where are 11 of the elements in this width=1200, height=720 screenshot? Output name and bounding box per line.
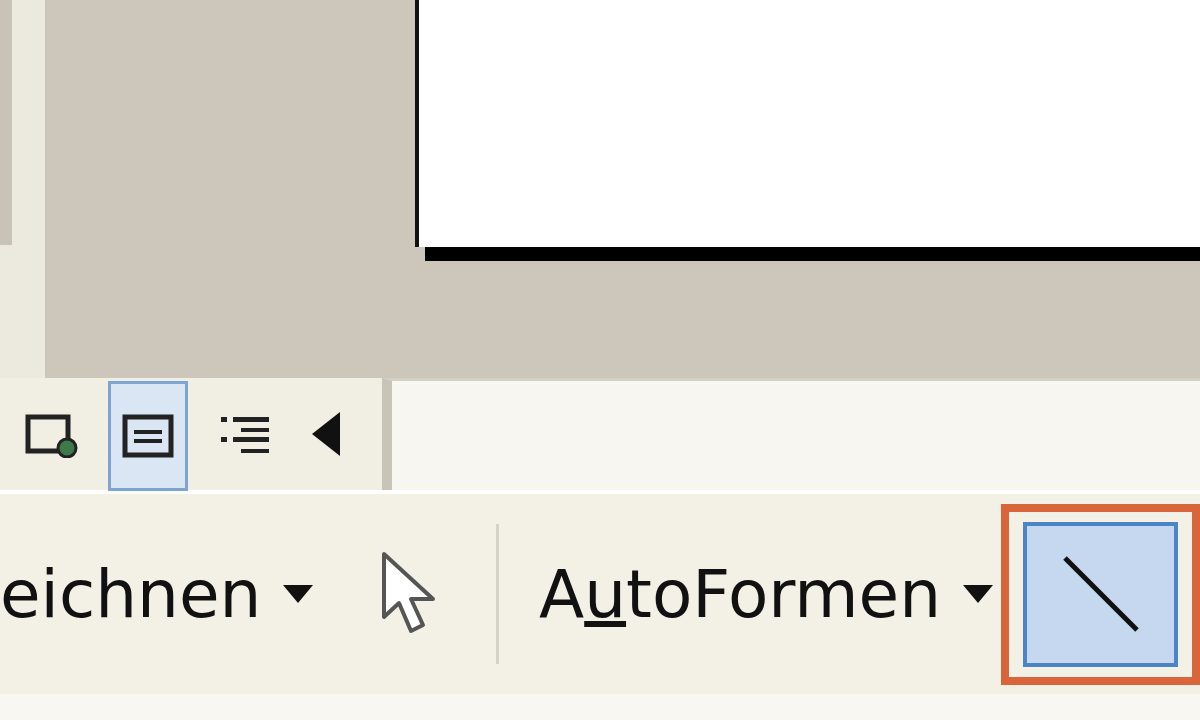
menu-button[interactable]: eichnen xyxy=(0,519,314,669)
lines-icon xyxy=(122,414,175,458)
caret-icon xyxy=(283,585,314,603)
line-icon xyxy=(1060,554,1141,634)
left-arrow-icon xyxy=(312,412,343,456)
caret-icon xyxy=(963,585,993,603)
menu-button[interactable]: AutoFormen xyxy=(499,519,993,669)
window-icon xyxy=(25,414,79,458)
line-tool-button[interactable] xyxy=(1023,521,1178,667)
horizontal-scrollbar[interactable] xyxy=(382,378,1200,490)
view-button[interactable] xyxy=(108,381,189,491)
